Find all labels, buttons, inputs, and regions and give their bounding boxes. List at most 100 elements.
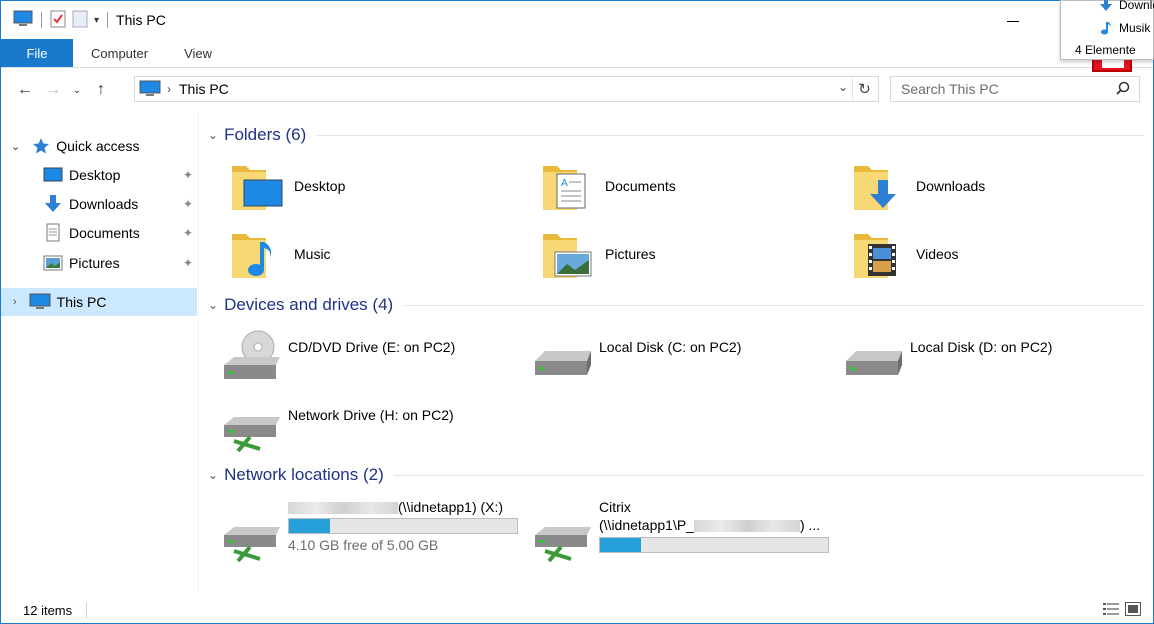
view-buttons xyxy=(1103,602,1141,619)
group-divider xyxy=(393,474,1144,476)
pin-icon[interactable]: ✦ xyxy=(183,226,193,240)
folder-label: Videos xyxy=(916,246,959,262)
network-location-x[interactable]: (\\idnetapp1) (X:) 4.10 GB free of 5.00 … xyxy=(220,497,520,567)
pin-icon[interactable]: ✦ xyxy=(183,197,193,211)
nav-item-pictures[interactable]: Pictures ✦ xyxy=(43,249,193,277)
collapse-chevron-icon[interactable]: › xyxy=(13,296,17,308)
star-icon xyxy=(32,137,50,155)
group-divider xyxy=(403,304,1144,306)
usage-bar-fill xyxy=(600,538,642,552)
quick-access-toolbar: ▾ xyxy=(13,10,110,31)
popup-label: Downlo xyxy=(1119,0,1154,12)
tab-computer[interactable]: Computer xyxy=(73,39,166,67)
group-title: Folders (6) xyxy=(224,125,307,144)
drive-label: CD/DVD Drive (E: on PC2) xyxy=(288,339,456,355)
forward-button[interactable]: → xyxy=(41,78,65,102)
nav-item-documents[interactable]: Documents ✦ xyxy=(43,219,193,247)
popup-item-music[interactable]: Musik xyxy=(1099,21,1150,35)
collapse-chevron-icon[interactable]: ⌄ xyxy=(208,468,218,482)
details-view-icon[interactable] xyxy=(1103,602,1119,619)
minimize-button[interactable] xyxy=(1001,9,1027,31)
drive-tile-d[interactable]: Local Disk (D: on PC2) xyxy=(842,327,1142,387)
ribbon-tabs: File Computer View xyxy=(1,39,1153,68)
collapse-chevron-icon[interactable]: ⌄ xyxy=(208,128,218,142)
documents-folder-icon: A xyxy=(541,158,597,214)
drive-label: Local Disk (D: on PC2) xyxy=(910,339,1053,355)
folder-tile-music[interactable]: Music xyxy=(230,224,331,284)
downloads-icon xyxy=(43,194,63,214)
nav-quick-access[interactable]: ⌄ Quick access xyxy=(11,132,191,160)
group-header-folders[interactable]: ⌄ Folders (6) xyxy=(208,123,1144,147)
item-count: 12 items xyxy=(23,602,73,618)
recent-locations-button[interactable]: ⌄ xyxy=(69,78,85,102)
jump-list-popup: Downlo Musik 4 Elemente xyxy=(1060,0,1154,60)
network-location-label: Citrix xyxy=(599,499,631,515)
group-header-network[interactable]: ⌄ Network locations (2) xyxy=(208,463,1144,487)
popup-item-downloads[interactable]: Downlo xyxy=(1099,0,1154,12)
nav-label: This PC xyxy=(56,294,107,310)
customize-dropdown-icon[interactable]: ▾ xyxy=(94,15,99,26)
popup-label: Musik xyxy=(1119,21,1151,35)
drive-label: Network Drive (H: on PC2) xyxy=(288,407,454,423)
breadcrumb-this-pc[interactable]: This PC xyxy=(179,81,229,97)
network-drive-icon xyxy=(220,395,282,455)
this-pc-icon xyxy=(29,293,51,311)
folder-tile-downloads[interactable]: Downloads xyxy=(852,156,985,216)
network-location-path: (\\idnetapp1\P_) ... xyxy=(599,517,820,533)
free-space-label: 4.10 GB free of 5.00 GB xyxy=(288,537,439,553)
folder-tile-documents[interactable]: A Documents xyxy=(541,156,676,216)
refresh-icon[interactable]: ↻ xyxy=(852,78,876,100)
large-icons-view-icon[interactable] xyxy=(1125,602,1141,619)
back-button[interactable]: ← xyxy=(13,78,37,102)
properties-icon[interactable] xyxy=(50,10,66,31)
folder-label: Downloads xyxy=(916,178,986,194)
group-header-devices[interactable]: ⌄ Devices and drives (4) xyxy=(208,293,1144,317)
title-bar: ▾ This PC xyxy=(1,1,1153,39)
nav-item-desktop[interactable]: Desktop ✦ xyxy=(43,161,193,189)
search-input[interactable]: Search This PC xyxy=(890,76,1140,102)
tab-file[interactable]: File xyxy=(1,39,73,67)
group-title: Devices and drives (4) xyxy=(224,295,394,314)
svg-text:A: A xyxy=(561,178,568,189)
network-location-citrix[interactable]: Citrix (\\idnetapp1\P_) ... xyxy=(531,497,831,567)
pin-icon[interactable]: ✦ xyxy=(183,168,193,182)
search-icon[interactable] xyxy=(1115,80,1131,99)
this-pc-icon[interactable] xyxy=(13,10,33,31)
address-bar[interactable]: › This PC ⌄ ↻ xyxy=(134,76,879,102)
folder-tile-pictures[interactable]: Pictures xyxy=(541,224,656,284)
window-title: This PC xyxy=(116,12,166,28)
search-placeholder: Search This PC xyxy=(901,81,999,97)
status-divider xyxy=(86,602,88,618)
folder-label: Documents xyxy=(605,178,676,194)
documents-icon xyxy=(43,223,63,243)
nav-item-this-pc[interactable]: › This PC xyxy=(1,288,197,316)
folder-tile-desktop[interactable]: Desktop xyxy=(230,156,345,216)
usage-bar-fill xyxy=(289,519,331,533)
pictures-folder-icon xyxy=(541,226,597,282)
folder-tile-videos[interactable]: Videos xyxy=(852,224,959,284)
drive-tile-cd[interactable]: CD/DVD Drive (E: on PC2) xyxy=(220,327,520,387)
address-dropdown-icon[interactable]: ⌄ xyxy=(838,80,848,94)
nav-item-downloads[interactable]: Downloads ✦ xyxy=(43,190,193,218)
breadcrumb-chevron-icon[interactable]: › xyxy=(167,82,171,96)
up-button[interactable]: ↑ xyxy=(89,78,113,102)
drive-label: Local Disk (C: on PC2) xyxy=(599,339,742,355)
tab-view[interactable]: View xyxy=(166,39,230,67)
drive-tile-c[interactable]: Local Disk (C: on PC2) xyxy=(531,327,831,387)
downloads-icon xyxy=(1100,0,1112,11)
usage-bar xyxy=(599,537,829,553)
folder-label: Pictures xyxy=(605,246,656,262)
toolbar-divider xyxy=(41,12,42,28)
collapse-chevron-icon[interactable]: ⌄ xyxy=(208,298,218,312)
status-bar: 12 items xyxy=(1,597,1153,623)
network-drive-icon xyxy=(220,505,282,565)
popup-footer: 4 Elemente xyxy=(1075,43,1136,57)
drive-tile-h[interactable]: Network Drive (H: on PC2) xyxy=(220,395,520,455)
music-folder-icon xyxy=(230,226,286,282)
this-pc-icon xyxy=(139,80,161,98)
usage-bar xyxy=(288,518,518,534)
pin-icon[interactable]: ✦ xyxy=(183,256,193,270)
expand-chevron-icon[interactable]: ⌄ xyxy=(11,140,20,153)
new-folder-icon[interactable] xyxy=(72,10,88,31)
path-prefix: (\\idnetapp1\P_ xyxy=(599,517,694,533)
